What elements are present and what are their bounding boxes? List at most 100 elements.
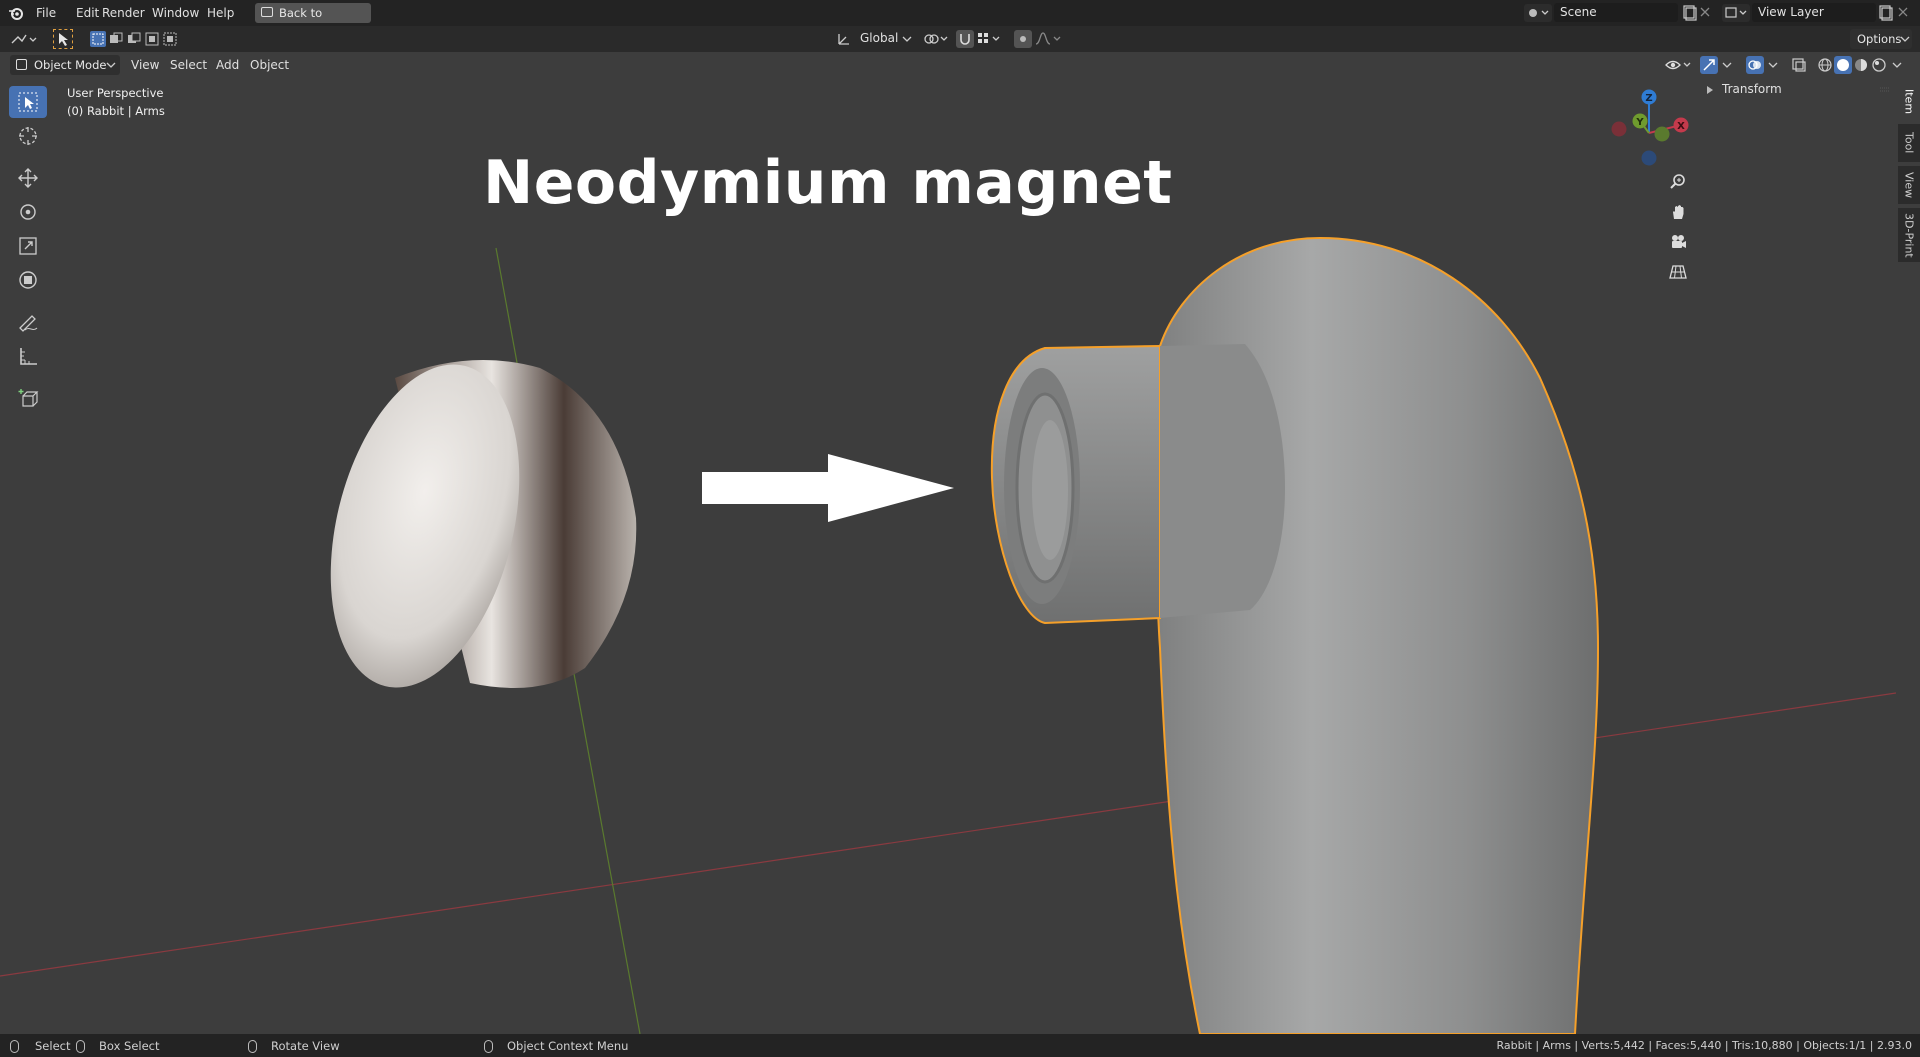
collection-label: (0) Rabbit | Arms	[67, 104, 165, 118]
rabbit-arm-mesh[interactable]	[990, 236, 1600, 1034]
gizmo-y-label: Y	[1635, 117, 1644, 128]
gizmo-neg-x-axis	[1611, 121, 1627, 137]
snap-target-dropdown[interactable]	[976, 30, 1006, 48]
blender-logo-icon[interactable]	[8, 5, 24, 21]
measure-tool[interactable]	[9, 340, 47, 372]
gizmo-z-label: Z	[1645, 93, 1652, 104]
cursor-tool[interactable]	[9, 120, 47, 152]
3d-viewport-scene[interactable]	[0, 78, 1896, 1034]
annotate-tool[interactable]	[9, 306, 47, 338]
mouse-drag-icon	[76, 1040, 85, 1053]
selection-mode-invert-icon[interactable]	[144, 31, 160, 47]
transform-panel-header[interactable]: Transform	[1700, 80, 1896, 100]
drag-handle-icon[interactable]	[1880, 87, 1890, 93]
menu-help[interactable]: Help	[201, 4, 240, 22]
overlays-dropdown-chevron-icon[interactable]	[1766, 56, 1780, 74]
status-box-select-label: Box Select	[99, 1039, 160, 1053]
shading-dropdown-chevron-icon[interactable]	[1890, 56, 1904, 74]
selection-mode-intersect-icon[interactable]	[162, 31, 178, 47]
grid-perspective-icon	[1669, 265, 1687, 279]
overlays-toggle-icon[interactable]	[1746, 56, 1764, 74]
status-box-select-hint: Box Select	[76, 1036, 160, 1056]
wireframe-shading-icon[interactable]	[1816, 56, 1834, 74]
status-rotate-view-hint: Rotate View	[248, 1036, 340, 1056]
object-mode-label: Object Mode	[34, 58, 107, 72]
scene-browse-icon[interactable]	[1524, 4, 1552, 22]
editor-type-icon[interactable]	[10, 30, 40, 48]
menu-object[interactable]: Object	[244, 56, 295, 74]
gizmo-toggle-icon[interactable]	[1700, 56, 1718, 74]
expand-triangle-icon	[1707, 86, 1713, 94]
select-box-tool[interactable]	[9, 86, 47, 118]
gizmo-dropdown-chevron-icon[interactable]	[1720, 56, 1734, 74]
object-mode-icon	[16, 59, 27, 70]
pivot-point-dropdown[interactable]	[922, 30, 952, 48]
gizmo-x-label: X	[1677, 121, 1685, 132]
delete-scene-icon[interactable]	[1696, 3, 1714, 21]
camera-view-control[interactable]	[1666, 230, 1690, 254]
scene-statistics: Rabbit | Arms | Verts:5,442 | Faces:5,44…	[1496, 1039, 1912, 1052]
viewport-header: Object Mode View Select Add Object	[0, 52, 1920, 78]
magnet-image	[330, 360, 637, 688]
solid-shading-icon[interactable]	[1834, 56, 1852, 74]
menu-view[interactable]: View	[125, 56, 165, 74]
transform-tool[interactable]	[9, 264, 47, 296]
proportional-editing-icon[interactable]	[1014, 30, 1032, 48]
selection-mode-new-icon[interactable]	[90, 31, 106, 47]
rotate-tool[interactable]	[9, 196, 47, 228]
screen-icon	[261, 7, 273, 17]
visibility-eye-icon[interactable]	[1664, 56, 1694, 74]
xray-toggle-icon[interactable]	[1790, 56, 1808, 74]
new-view-layer-icon[interactable]	[1876, 3, 1894, 21]
view-layer-browse-icon[interactable]	[1722, 4, 1750, 22]
menu-file[interactable]: File	[30, 4, 62, 22]
snap-toggle-icon[interactable]	[956, 30, 974, 48]
scene-name-field[interactable]: Scene	[1554, 3, 1678, 22]
menu-window[interactable]: Window	[146, 4, 205, 22]
3d-cursor-icon	[19, 127, 37, 145]
tab-item[interactable]: Item	[1898, 84, 1920, 120]
move-tool[interactable]	[9, 162, 47, 194]
selection-mode-extend-icon[interactable]	[108, 31, 124, 47]
menu-select[interactable]: Select	[164, 56, 213, 74]
material-preview-shading-icon[interactable]	[1852, 56, 1870, 74]
scale-tool[interactable]	[9, 230, 47, 262]
rendered-shading-icon[interactable]	[1870, 56, 1888, 74]
tab-view[interactable]: View	[1898, 166, 1920, 204]
x-axis-line	[0, 692, 1896, 977]
tool-header: Global Options	[0, 26, 1920, 52]
status-context-menu-label: Object Context Menu	[507, 1039, 629, 1053]
options-label: Options	[1857, 32, 1902, 46]
top-menu-bar: File Edit Render Window Help Back to Pre…	[0, 0, 1920, 40]
orientation-axes-icon	[838, 34, 849, 45]
arrow-annotation	[702, 454, 954, 522]
transform-panel-title: Transform	[1722, 82, 1782, 96]
menu-render[interactable]: Render	[96, 4, 151, 22]
transform-orientation-dropdown[interactable]: Global	[836, 30, 914, 48]
delete-view-layer-icon[interactable]	[1894, 3, 1912, 21]
tab-3d-print[interactable]: 3D-Print	[1898, 208, 1920, 262]
navigation-gizmo[interactable]: Z X Y	[1608, 84, 1690, 166]
pan-view-control[interactable]	[1666, 200, 1690, 224]
object-mode-dropdown[interactable]: Object Mode	[10, 55, 120, 75]
toggle-perspective-control[interactable]	[1666, 260, 1690, 284]
select-tool-mode-icon[interactable]	[53, 29, 73, 49]
status-rotate-view-label: Rotate View	[271, 1039, 340, 1053]
perspective-label: User Perspective	[67, 86, 164, 100]
rotate-icon	[20, 204, 36, 220]
menu-add[interactable]: Add	[210, 56, 245, 74]
status-select-label: Select	[35, 1039, 71, 1053]
options-dropdown[interactable]: Options	[1850, 29, 1912, 49]
gizmo-neg-y-axis	[1654, 126, 1670, 142]
chevron-down-icon	[1900, 36, 1910, 42]
tab-tool[interactable]: Tool	[1898, 124, 1920, 162]
proportional-falloff-icon[interactable]	[1034, 30, 1064, 48]
back-to-previous-button[interactable]: Back to Previous	[255, 3, 371, 40]
transform-icon	[19, 271, 37, 289]
zoom-view-control[interactable]	[1666, 170, 1690, 194]
ruler-icon	[20, 348, 37, 365]
selection-mode-subtract-icon[interactable]	[126, 31, 142, 47]
view-layer-name-field[interactable]: View Layer	[1752, 3, 1876, 22]
chevron-down-icon	[902, 36, 912, 42]
add-cube-tool[interactable]	[9, 382, 47, 414]
